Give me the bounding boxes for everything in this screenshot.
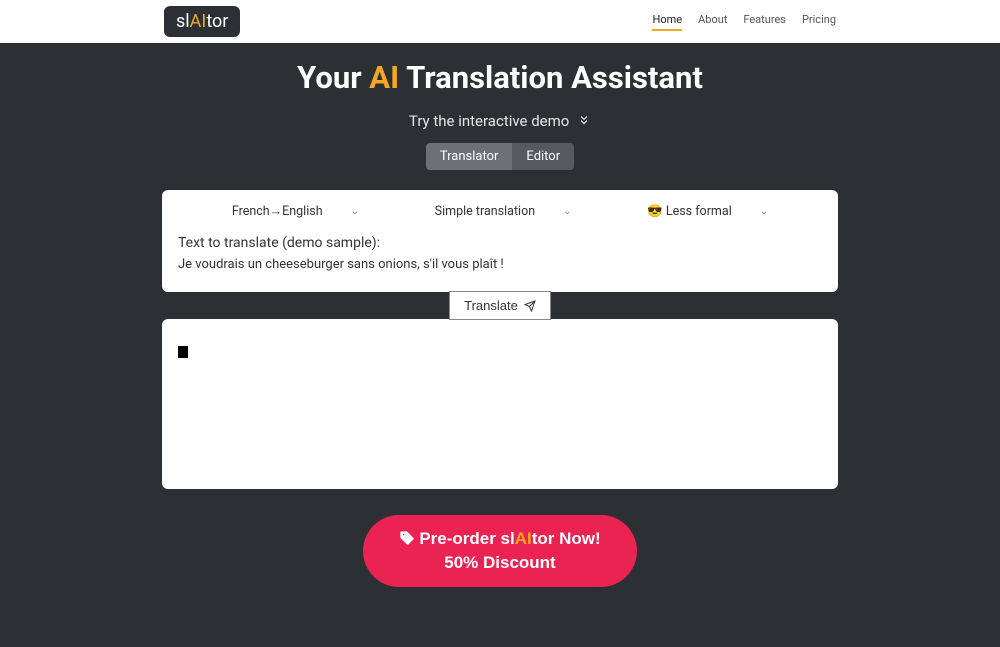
- nav-pricing[interactable]: Pricing: [802, 13, 836, 31]
- chevron-down-icon: ⌄: [351, 206, 359, 217]
- send-icon: [524, 300, 536, 312]
- logo[interactable]: slAItor: [164, 6, 240, 37]
- translate-button-label: Translate: [464, 298, 518, 313]
- translate-btn-wrap: Translate: [162, 291, 838, 320]
- nav-home[interactable]: Home: [652, 13, 682, 31]
- nav-links: Home About Features Pricing: [652, 13, 836, 31]
- cta-line1-post: tor Now!: [532, 529, 601, 548]
- logo-pre: sl: [176, 11, 190, 32]
- tab-translator[interactable]: Translator: [426, 143, 513, 170]
- input-textarea[interactable]: Je voudrais un cheeseburger sans onions,…: [178, 257, 822, 272]
- title-pre: Your: [297, 59, 369, 96]
- mode-selector[interactable]: Simple translation ⌄: [435, 204, 572, 219]
- demo-text-label: Try the interactive demo: [409, 112, 569, 130]
- mode-tabs: Translator Editor: [0, 143, 1000, 170]
- title-ai: AI: [369, 59, 399, 96]
- lang-selector[interactable]: French→English ⌄: [232, 204, 359, 219]
- tab-editor[interactable]: Editor: [512, 143, 574, 170]
- chevron-down-icon: ⌄: [760, 206, 768, 217]
- mode-selector-label: Simple translation: [435, 204, 535, 219]
- selectors-row: French→English ⌄ Simple translation ⌄ 😎 …: [178, 204, 822, 219]
- tone-selector-label: 😎 Less formal: [647, 204, 732, 219]
- translate-button[interactable]: Translate: [449, 291, 551, 320]
- input-label: Text to translate (demo sample):: [178, 235, 822, 251]
- cta-line2: 50% Discount: [444, 553, 555, 572]
- demo-subtitle: Try the interactive demo: [0, 112, 1000, 131]
- tag-icon: [399, 530, 415, 546]
- logo-ai: AI: [190, 11, 207, 32]
- chevron-double-down-icon: [577, 113, 591, 131]
- chevron-down-icon: ⌄: [563, 206, 571, 217]
- output-panel[interactable]: [162, 319, 838, 489]
- lang-selector-label: French→English: [232, 204, 323, 219]
- cta-wrap: Pre-order slAItor Now! 50% Discount: [0, 515, 1000, 587]
- demo-panel: French→English ⌄ Simple translation ⌄ 😎 …: [162, 190, 838, 489]
- title-post: Translation Assistant: [399, 59, 703, 96]
- hero-title: Your AI Translation Assistant: [0, 59, 1000, 96]
- cta-line1-ai: AI: [515, 529, 532, 548]
- text-cursor: [178, 346, 188, 358]
- tone-selector[interactable]: 😎 Less formal ⌄: [647, 204, 768, 219]
- input-panel: French→English ⌄ Simple translation ⌄ 😎 …: [162, 190, 838, 292]
- top-nav: slAItor Home About Features Pricing: [0, 0, 1000, 43]
- nav-about[interactable]: About: [698, 13, 727, 31]
- nav-features[interactable]: Features: [743, 13, 786, 31]
- cta-line1-pre: Pre-order sl: [419, 529, 514, 548]
- preorder-button[interactable]: Pre-order slAItor Now! 50% Discount: [363, 515, 636, 587]
- hero-section: Your AI Translation Assistant Try the in…: [0, 43, 1000, 647]
- logo-post: tor: [206, 11, 228, 32]
